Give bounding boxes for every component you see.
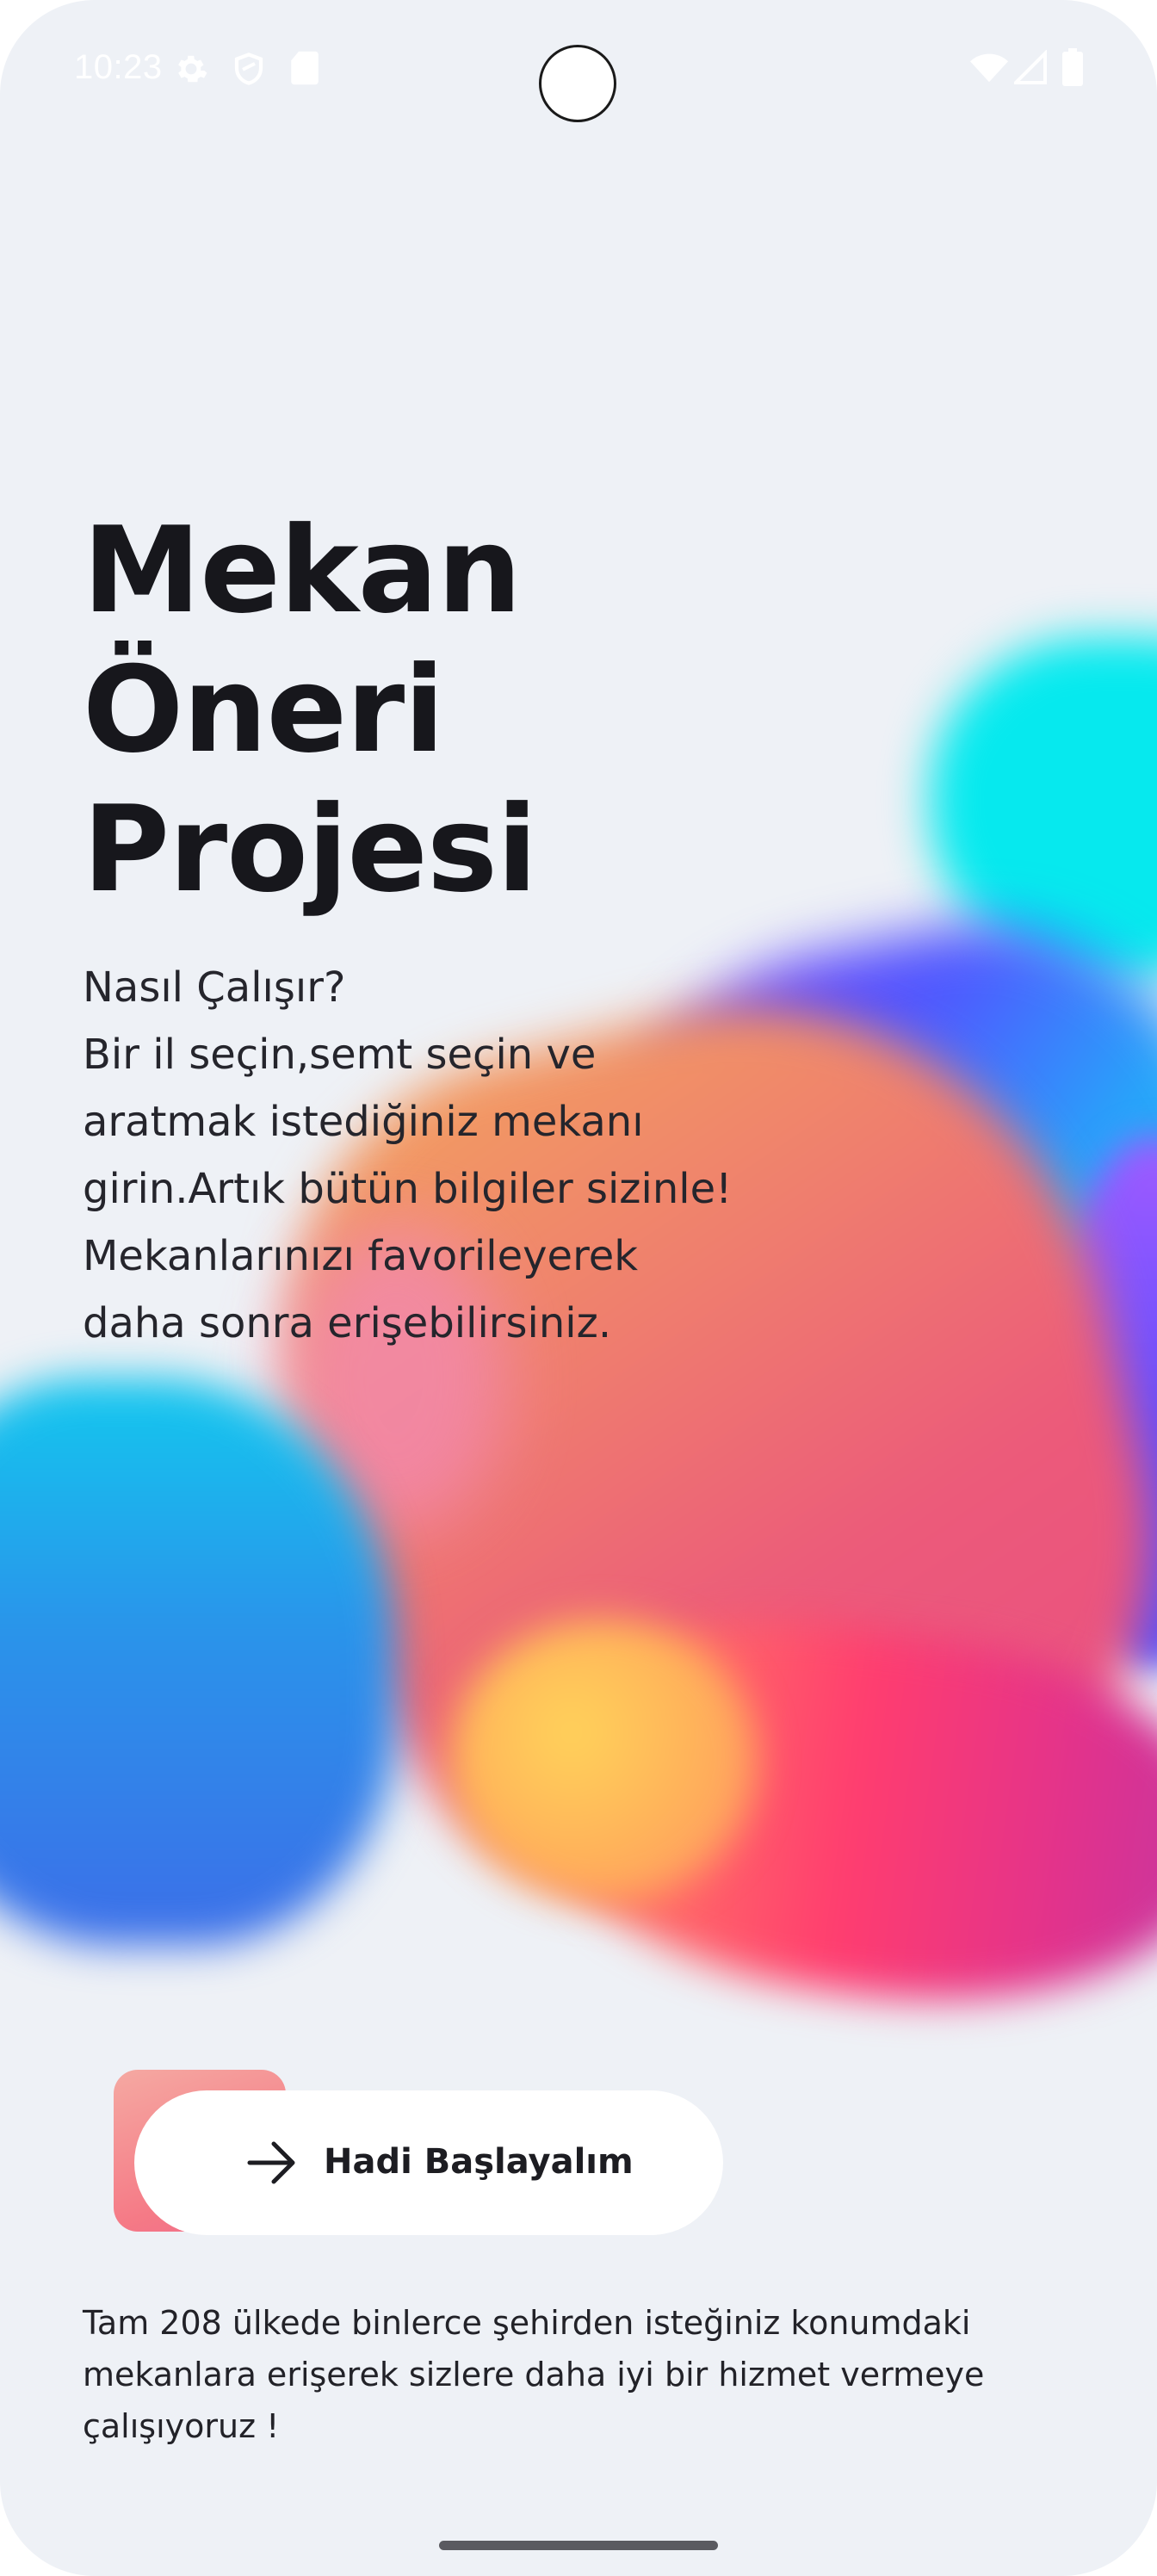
battery-icon	[1062, 48, 1083, 90]
app-screen: 10:23 Mekan Öneri Projesi Nasıl Çalışır?…	[0, 0, 1157, 2576]
description-line: Nasıl Çalışır?	[83, 963, 346, 1012]
description-line: daha sonra erişebilirsiniz.	[83, 1299, 612, 1347]
title-line: Projesi	[83, 780, 537, 919]
arrow-right-icon[interactable]	[246, 2139, 300, 2187]
yellow-blob-decoration	[448, 1619, 758, 1903]
wifi-icon	[969, 50, 1009, 89]
how-it-works-text: Nasıl Çalışır? Bir il seçin,semt seçin v…	[83, 954, 857, 1357]
sd-card-icon	[289, 50, 320, 90]
shield-icon	[231, 50, 267, 92]
status-bar: 10:23	[0, 0, 1157, 138]
title-line: Öneri	[83, 641, 445, 779]
description-line: Bir il seçin,semt seçin ve	[83, 1031, 597, 1079]
signal-icon	[1012, 49, 1049, 89]
footer-line: çalışıyoruz !	[83, 2407, 280, 2445]
page-title: Mekan Öneri Projesi	[83, 501, 537, 920]
footer-info-text: Tam 208 ülkede binlerce şehirden isteğin…	[83, 2297, 1098, 2452]
description-line: aratmak istediğiniz mekanı	[83, 1098, 644, 1146]
home-indicator[interactable]	[439, 2541, 718, 2550]
title-line: Mekan	[83, 501, 522, 640]
description-line: girin.Artık bütün bilgiler sizinle!	[83, 1165, 733, 1213]
get-started-label[interactable]: Hadi Başlayalım	[324, 2138, 634, 2186]
gear-icon	[172, 50, 210, 92]
footer-line: Tam 208 ülkede binlerce şehirden isteğin…	[83, 2304, 971, 2342]
description-line: Mekanlarınızı favorileyerek	[83, 1232, 639, 1280]
footer-line: mekanlara erişerek sizlere daha iyi bir …	[83, 2356, 985, 2393]
front-camera	[539, 45, 616, 122]
status-time: 10:23	[74, 48, 163, 86]
